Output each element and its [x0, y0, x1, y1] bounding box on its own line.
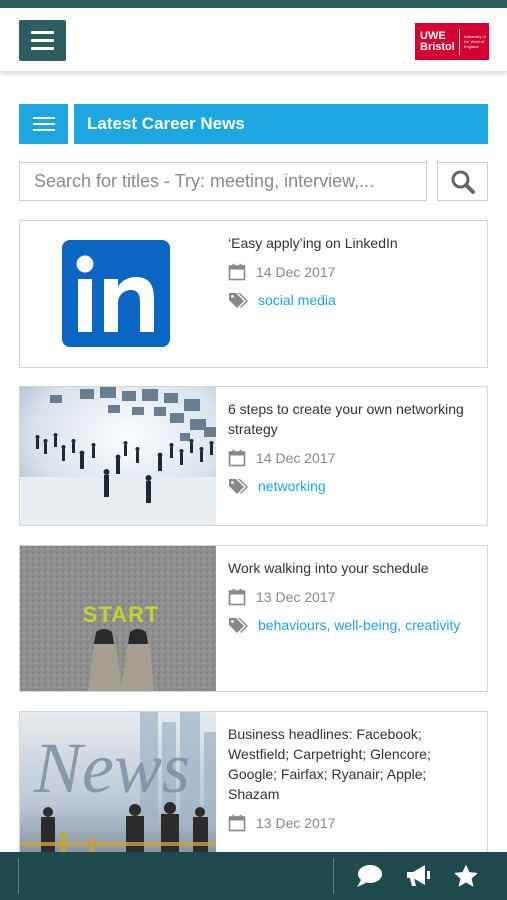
uwe-bristol-logo: UWE Bristol University of the West of En…	[415, 23, 489, 60]
tags-icon	[229, 479, 248, 494]
calendar-icon	[228, 588, 246, 606]
news-card[interactable]: 6 steps to create your own networking st…	[19, 386, 488, 526]
tags-icon	[229, 618, 248, 633]
toolbar-divider	[18, 858, 19, 894]
article-date-row: 13 Dec 2017	[228, 588, 479, 606]
section-title: Latest Career News	[74, 104, 488, 144]
megaphone-icon	[407, 865, 430, 886]
logo-small-text: University of the West of England	[463, 34, 486, 49]
article-date: 13 Dec 2017	[256, 589, 336, 605]
calendar-icon	[228, 814, 246, 832]
article-date-row: 14 Dec 2017	[228, 449, 479, 467]
tags-icon	[229, 293, 248, 308]
favourites-button[interactable]	[450, 860, 482, 892]
app-header: UWE Bristol University of the West of En…	[0, 8, 507, 72]
start-thumbnail: START	[20, 546, 216, 691]
announcements-button[interactable]	[402, 860, 434, 892]
list-menu-icon[interactable]	[19, 104, 68, 144]
search-input[interactable]	[19, 162, 427, 201]
article-date: 14 Dec 2017	[256, 264, 336, 280]
linkedin-logo-icon	[62, 240, 170, 347]
hamburger-icon	[31, 31, 54, 34]
top-stripe	[0, 0, 507, 8]
article-tags[interactable]: networking	[258, 478, 326, 494]
toolbar-divider	[333, 858, 334, 894]
article-date: 14 Dec 2017	[256, 450, 336, 466]
search-bar	[19, 162, 488, 201]
bottom-toolbar	[0, 852, 507, 900]
article-tags[interactable]: social media	[258, 292, 336, 308]
menu-button[interactable]	[19, 20, 66, 61]
star-icon	[454, 864, 478, 887]
article-title[interactable]: 6 steps to create your own networking st…	[228, 399, 479, 439]
chat-bubble-icon	[357, 865, 382, 887]
networking-image	[20, 387, 216, 525]
search-icon	[451, 170, 475, 194]
news-image: News	[20, 712, 216, 870]
calendar-icon	[228, 263, 246, 281]
article-date-row: 14 Dec 2017	[228, 263, 479, 281]
news-thumbnail: News	[20, 712, 216, 870]
article-tags[interactable]: behaviours, well-being, creativity	[258, 617, 460, 633]
logo-divider	[458, 28, 460, 55]
start-image: START	[20, 546, 216, 691]
news-card[interactable]: News Business headlines: Facebook; Westf…	[19, 711, 488, 871]
article-title[interactable]: Business headlines: Facebook; Westfield;…	[228, 724, 479, 804]
networking-thumbnail	[20, 387, 216, 525]
news-card[interactable]: ‘Easy apply’ing on LinkedIn 14 Dec 2017 …	[19, 220, 488, 368]
section-header: Latest Career News	[19, 104, 488, 144]
linkedin-thumbnail	[20, 221, 216, 367]
hamburger-icon-line	[31, 39, 54, 42]
article-date-row: 13 Dec 2017	[228, 814, 479, 832]
news-overlay-text: News	[33, 728, 190, 808]
article-title[interactable]: Work walking into your schedule	[228, 558, 479, 578]
hamburger-icon-line	[31, 47, 54, 50]
calendar-icon	[228, 449, 246, 467]
news-card[interactable]: START Work walking into your schedule 13…	[19, 545, 488, 692]
search-button[interactable]	[437, 162, 488, 201]
chat-button[interactable]	[353, 860, 385, 892]
logo-main-text: UWE Bristol	[420, 29, 455, 53]
article-title[interactable]: ‘Easy apply’ing on LinkedIn	[228, 233, 479, 253]
article-tags-row: behaviours, well-being, creativity	[228, 616, 479, 634]
article-date: 13 Dec 2017	[256, 815, 336, 831]
start-road-text: START	[83, 602, 160, 627]
article-tags-row: social media	[228, 291, 479, 309]
article-tags-row: networking	[228, 477, 479, 495]
